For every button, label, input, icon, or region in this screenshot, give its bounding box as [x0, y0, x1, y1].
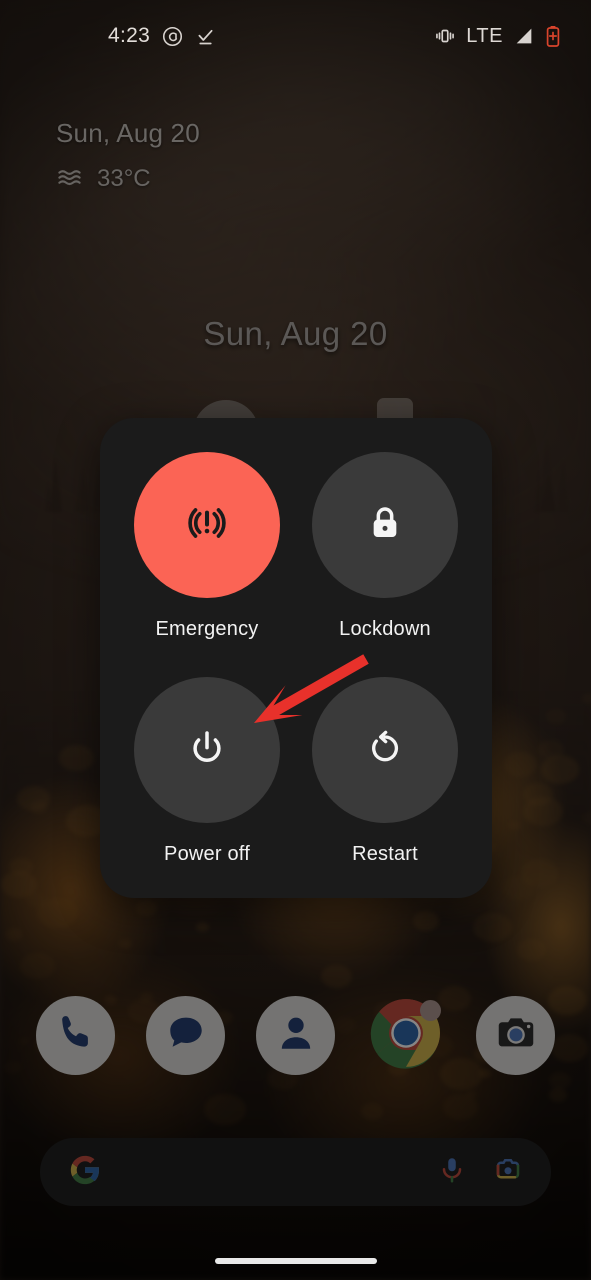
battery-low-icon	[545, 25, 561, 47]
google-lens-icon[interactable]	[493, 1155, 523, 1190]
emergency-broadcast-icon	[184, 500, 230, 551]
search-input[interactable]	[122, 1161, 437, 1183]
power-menu-item-lockdown[interactable]: Lockdown	[312, 452, 458, 641]
phone-icon	[53, 1010, 99, 1061]
dock-app-messages[interactable]	[146, 996, 225, 1075]
lockdown-label: Lockdown	[339, 618, 431, 640]
restart-label: Restart	[352, 843, 418, 865]
restart-button[interactable]	[312, 677, 458, 823]
checkmark-underline-icon	[195, 26, 216, 47]
network-type-label: LTE	[466, 24, 503, 47]
camera-icon	[493, 1010, 539, 1061]
search-actions	[437, 1155, 523, 1190]
widget-temperature-label: 33°C	[97, 165, 151, 192]
widget-date-label: Sun, Aug 20	[56, 118, 200, 148]
emergency-label: Emergency	[155, 618, 259, 640]
dock-app-phone[interactable]	[36, 996, 115, 1075]
app-dock	[0, 996, 591, 1075]
dock-app-contacts[interactable]	[256, 996, 335, 1075]
dock-app-camera[interactable]	[476, 996, 555, 1075]
emergency-button[interactable]	[134, 452, 280, 598]
notification-badge	[420, 1000, 441, 1021]
microphone-icon[interactable]	[437, 1155, 467, 1190]
dock-app-chrome[interactable]	[366, 996, 445, 1075]
home-clock-date[interactable]: Sun, Aug 20	[0, 315, 591, 353]
status-bar: 4:23 LTE	[0, 0, 591, 72]
lock-icon	[365, 503, 405, 548]
at-a-glance-widget[interactable]: Sun, Aug 20 33°C	[56, 118, 200, 195]
phone-screen: 4:23 LTE Sun, Aug 20 33°C Sun, Aug 20 Em…	[0, 0, 591, 1280]
spiral-at-icon	[162, 26, 183, 47]
status-bar-clock: 4:23	[108, 24, 151, 47]
status-bar-right: LTE	[434, 25, 561, 48]
power-menu-dialog: Emergency Lockdown Power off Restart	[100, 418, 492, 898]
vibrate-icon	[434, 25, 456, 47]
power-icon	[186, 727, 228, 774]
power-menu-item-restart[interactable]: Restart	[312, 677, 458, 866]
restart-icon	[365, 728, 405, 773]
google-g-icon	[68, 1153, 102, 1192]
haze-fog-icon	[56, 163, 83, 195]
widget-weather-row[interactable]: 33°C	[56, 163, 200, 195]
gesture-navigation-pill[interactable]	[214, 1258, 377, 1264]
lockdown-button[interactable]	[312, 452, 458, 598]
power-menu-item-power-off[interactable]: Power off	[134, 677, 280, 866]
status-bar-left: 4:23	[108, 24, 216, 48]
signal-triangle-icon	[513, 25, 535, 47]
messages-icon	[163, 1010, 209, 1061]
power-off-label: Power off	[164, 843, 250, 865]
google-search-bar[interactable]	[40, 1138, 551, 1206]
contacts-icon	[273, 1010, 319, 1061]
power-off-button[interactable]	[134, 677, 280, 823]
power-menu-item-emergency[interactable]: Emergency	[134, 452, 280, 641]
